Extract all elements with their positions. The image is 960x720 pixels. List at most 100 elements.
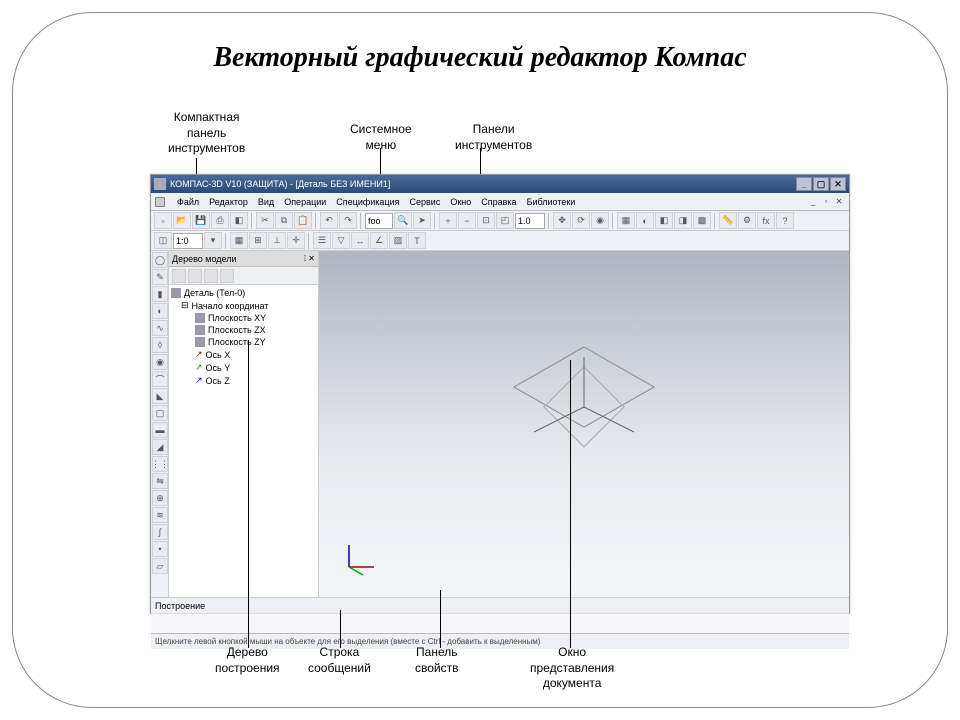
menu-service[interactable]: Сервис [410,197,441,207]
undo-icon[interactable]: ↶ [320,212,338,229]
curve-icon[interactable]: ∫ [152,524,168,540]
tree-axis-x[interactable]: ↗Ось X [171,348,316,361]
property-panel-tab[interactable]: Построение [155,601,205,611]
open-icon[interactable]: 📂 [173,212,191,229]
tree-axis-z[interactable]: ↗Ось Z [171,374,316,387]
render-icon[interactable]: ▩ [693,212,711,229]
hole-icon[interactable]: ◉ [152,354,168,370]
view-icon[interactable]: ◫ [154,232,172,249]
viewport[interactable] [319,251,849,597]
extrude-icon[interactable]: ▮ [152,286,168,302]
hatch-icon[interactable]: ▨ [389,232,407,249]
axis-icon[interactable]: ✛ [287,232,305,249]
variables-icon[interactable]: fx [757,212,775,229]
compact-panel: ◯ ✎ ▮ ◐ ∿ ◊ ◉ ⌒ ◣ ▢ ▬ ◢ ⋮⋮ ⇋ ⊕ ≋ ∫ • ▱ [151,251,169,597]
pattern-icon[interactable]: ⋮⋮ [152,456,168,472]
zoom-window-icon[interactable]: ◰ [496,212,514,229]
redo-icon[interactable]: ↷ [339,212,357,229]
callout-msg-row: Строкасообщений [308,645,371,676]
point-icon[interactable]: • [152,541,168,557]
layer-icon[interactable]: ☰ [313,232,331,249]
pan-icon[interactable]: ✥ [553,212,571,229]
menu-edit[interactable]: Редактор [209,197,248,207]
chamfer-icon[interactable]: ◣ [152,388,168,404]
rotate-icon[interactable]: ⟳ [572,212,590,229]
tree-plane-zx[interactable]: Плоскость ZX [171,324,316,336]
close-button[interactable]: ✕ [830,177,846,191]
callout-line [570,360,571,648]
tree-plane-zy[interactable]: Плоскость ZY [171,336,316,348]
grid-icon[interactable]: ▦ [230,232,248,249]
scale-input[interactable] [173,233,203,249]
part-icon [171,288,181,298]
font-input[interactable] [365,213,393,229]
shell-icon[interactable]: ▢ [152,405,168,421]
boolean-icon[interactable]: ⊕ [152,490,168,506]
menu-specification[interactable]: Спецификация [336,197,399,207]
filter-icon[interactable]: ▽ [332,232,350,249]
properties-icon[interactable]: ⚙ [738,212,756,229]
maximize-button[interactable]: ▢ [813,177,829,191]
menu-window[interactable]: Окно [450,197,471,207]
document-icon [155,197,165,207]
mirror-icon[interactable]: ⇋ [152,473,168,489]
mdi-restore[interactable]: ▫ [820,196,832,207]
ortho-icon[interactable]: ⊥ [268,232,286,249]
tree-btn-2[interactable] [188,269,202,283]
menu-view[interactable]: Вид [258,197,274,207]
minimize-button[interactable]: _ [796,177,812,191]
orbit-icon[interactable]: ◉ [591,212,609,229]
measure-icon[interactable]: 📏 [719,212,737,229]
menu-operations[interactable]: Операции [284,197,326,207]
tree-axis-y[interactable]: ↗Ось Y [171,361,316,374]
perspective-icon[interactable]: ◨ [674,212,692,229]
snap-icon[interactable]: ⊞ [249,232,267,249]
surface-icon[interactable]: ≋ [152,507,168,523]
wireframe-icon[interactable]: ▦ [617,212,635,229]
shaded-icon[interactable]: ◐ [636,212,654,229]
tree-btn-1[interactable] [172,269,186,283]
tree-root[interactable]: Деталь (Тел-0) [171,287,316,299]
mdi-close[interactable]: ✕ [833,196,845,207]
tree-origin[interactable]: ⊟Начало координат [171,299,316,312]
preview-icon[interactable]: ◧ [230,212,248,229]
fillet-icon[interactable]: ⌒ [152,371,168,387]
menu-help[interactable]: Справка [481,197,516,207]
zoom-input[interactable] [515,213,545,229]
help-icon[interactable]: ? [776,212,794,229]
sweep-icon[interactable]: ∿ [152,320,168,336]
paste-icon[interactable]: 📋 [294,212,312,229]
draft-icon[interactable]: ◢ [152,439,168,455]
dim-icon[interactable]: ↔ [351,232,369,249]
search-icon[interactable]: 🔍 [394,212,412,229]
geometry-icon[interactable]: ◯ [152,252,168,268]
hidden-icon[interactable]: ◧ [655,212,673,229]
copy-icon[interactable]: ⧉ [275,212,293,229]
model-tree-panel: Дерево модели ⁞ ✕ Деталь (Тел-0) ⊟Начало… [169,251,319,597]
menu-file[interactable]: Файл [177,197,199,207]
tree-title: Дерево модели ⁞ ✕ [169,251,318,267]
angle-icon[interactable]: ∠ [370,232,388,249]
zoom-in-icon[interactable]: + [439,212,457,229]
text-icon[interactable]: T [408,232,426,249]
cursor-icon[interactable]: ➤ [413,212,431,229]
menu-libraries[interactable]: Библиотеки [527,197,576,207]
save-icon[interactable]: 💾 [192,212,210,229]
tree-btn-4[interactable] [220,269,234,283]
zoom-out-icon[interactable]: − [458,212,476,229]
property-row [151,613,849,633]
plane-icon[interactable]: ▱ [152,558,168,574]
new-icon[interactable]: ▫ [154,212,172,229]
tree-body[interactable]: Деталь (Тел-0) ⊟Начало координат Плоскос… [169,285,318,597]
tree-btn-3[interactable] [204,269,218,283]
sketch-icon[interactable]: ✎ [152,269,168,285]
zoom-fit-icon[interactable]: ⊡ [477,212,495,229]
cut-icon[interactable]: ✂ [256,212,274,229]
loft-icon[interactable]: ◊ [152,337,168,353]
rib-icon[interactable]: ▬ [152,422,168,438]
revolve-icon[interactable]: ◐ [152,303,168,319]
mdi-minimize[interactable]: _ [807,196,819,207]
tree-plane-xy[interactable]: Плоскость XY [171,312,316,324]
print-icon[interactable]: ⎙ [211,212,229,229]
dropdown-icon[interactable]: ▾ [204,232,222,249]
